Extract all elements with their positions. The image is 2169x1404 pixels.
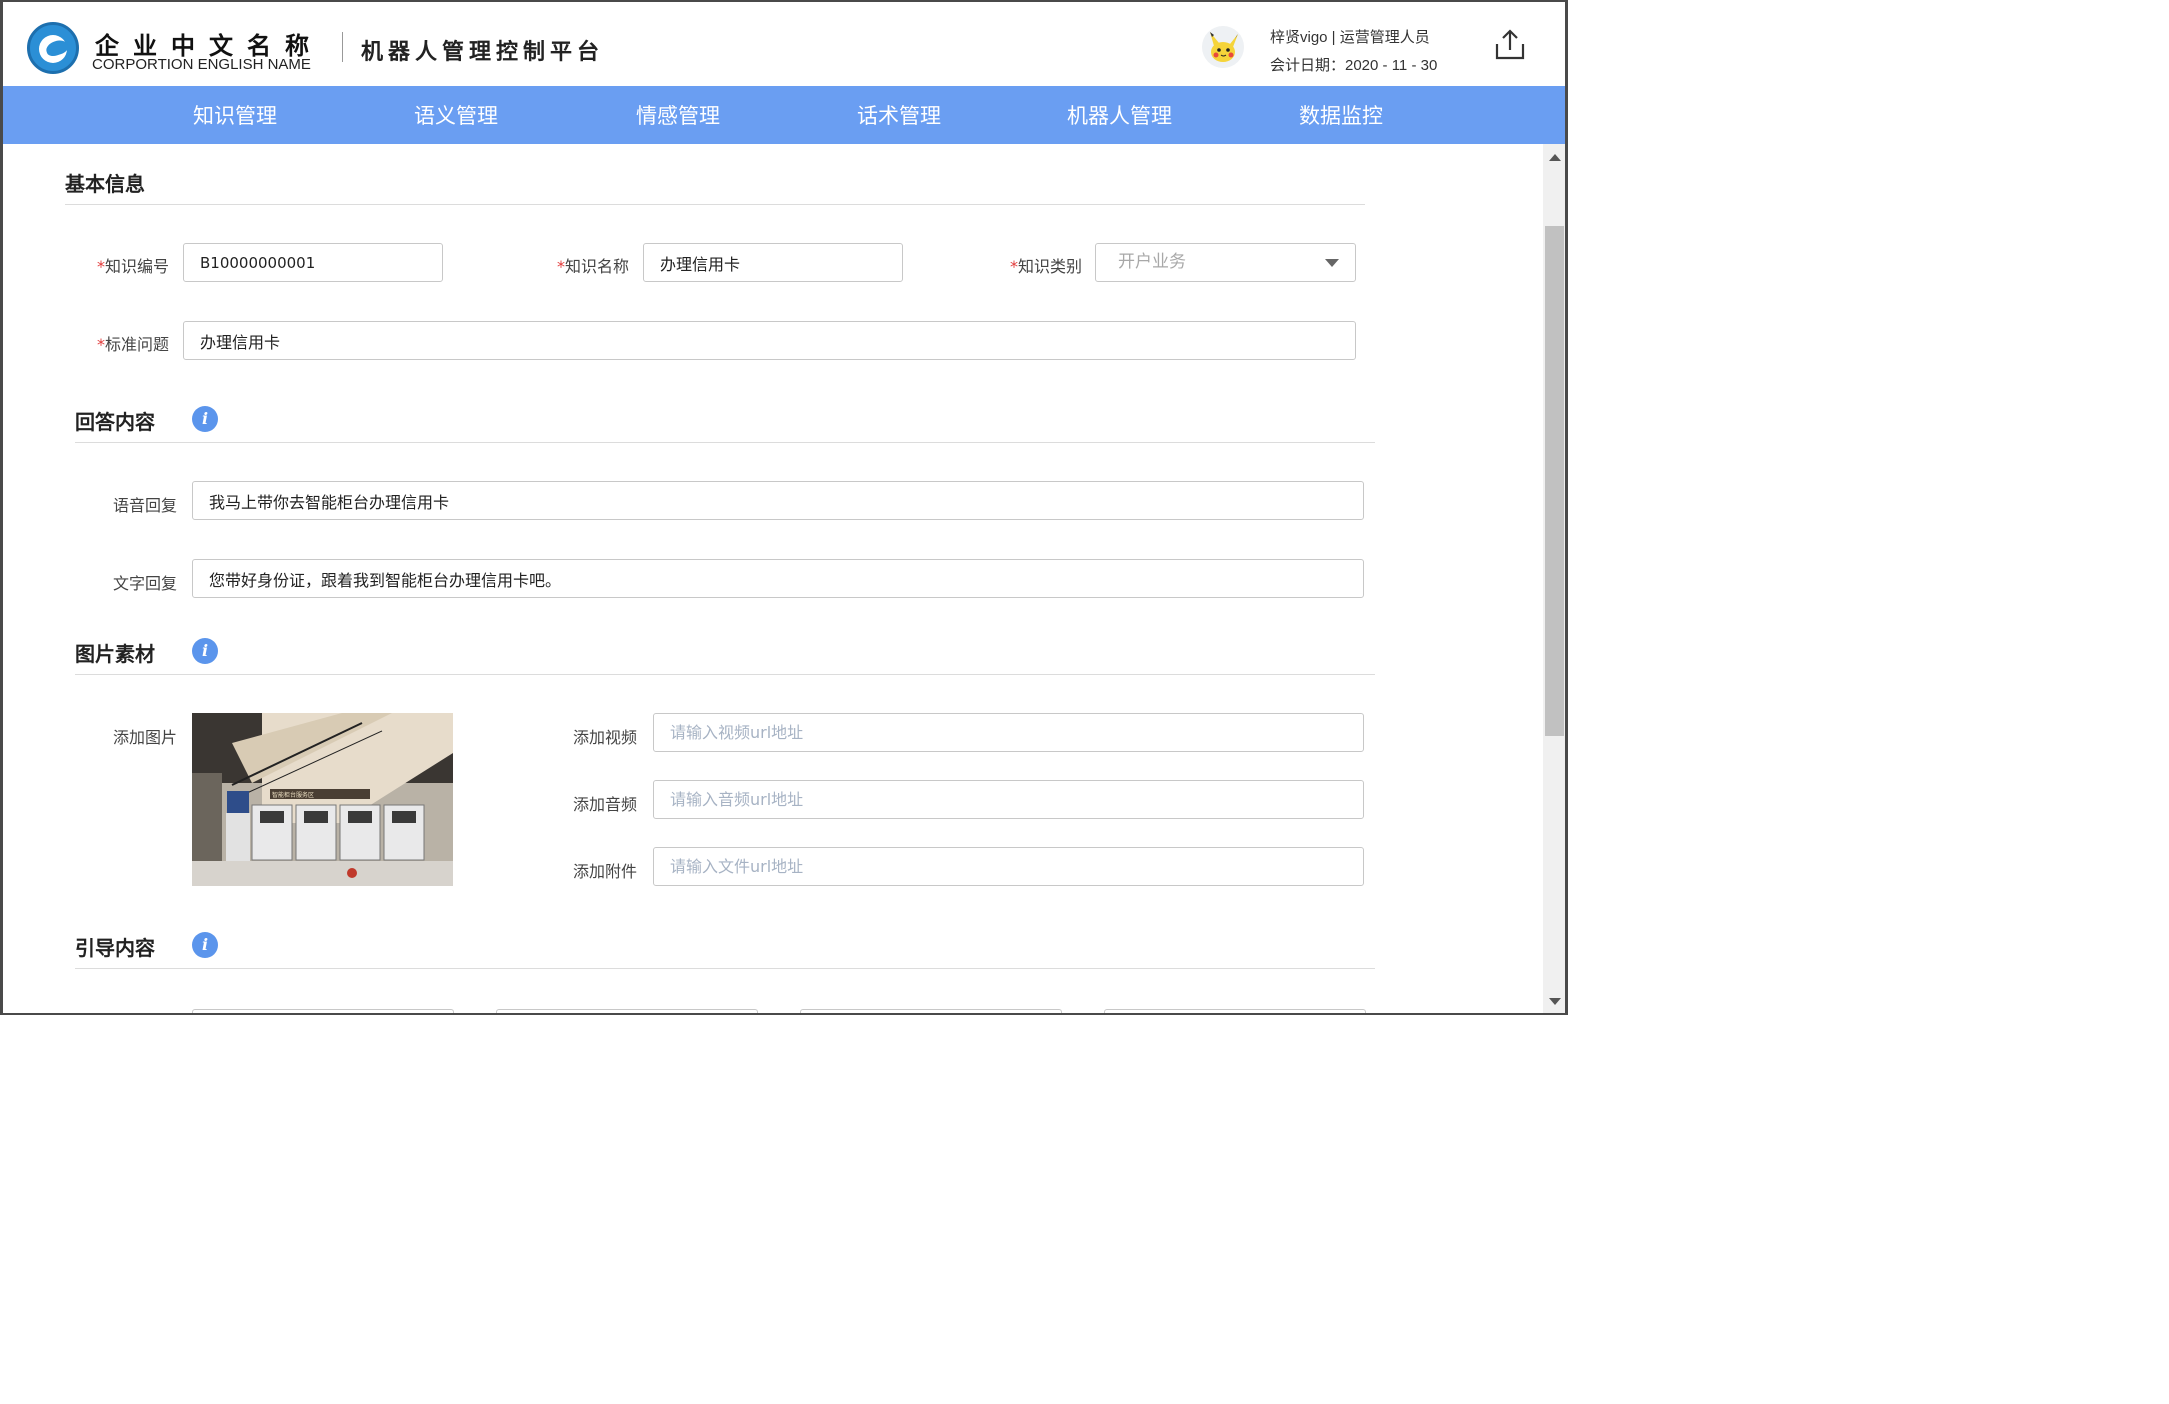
voice-reply-label: 语音回复	[112, 496, 177, 515]
video-url-input[interactable]	[653, 713, 1364, 752]
section-title-media: 图片素材	[75, 642, 155, 666]
scroll-up-arrow-icon[interactable]	[1549, 154, 1561, 161]
pikachu-avatar-icon	[1202, 26, 1244, 68]
standard-question-label: *标准问题	[96, 335, 169, 354]
section-divider	[75, 968, 1375, 969]
bank-lobby-photo: 智能柜台服务区	[192, 713, 453, 886]
add-image-label: 添加图片	[112, 728, 177, 747]
nav-item-robot[interactable]: 机器人管理	[1067, 100, 1172, 130]
nav-item-knowledge[interactable]: 知识管理	[193, 100, 277, 130]
chevron-down-icon	[1325, 259, 1339, 267]
section-title-guide: 引导内容	[75, 936, 155, 960]
uploaded-image-thumbnail[interactable]: 智能柜台服务区	[192, 713, 453, 886]
accounting-date: 会计日期：2020 - 11 - 30	[1270, 57, 1438, 74]
nav-item-emotion[interactable]: 情感管理	[636, 100, 720, 130]
share-upload-icon	[1495, 29, 1525, 60]
vertical-scrollbar[interactable]	[1543, 144, 1565, 1013]
scroll-down-arrow-icon[interactable]	[1549, 998, 1561, 1005]
knowledge-type-value: 开户业务	[1118, 252, 1186, 272]
guide-input[interactable]	[496, 1009, 758, 1013]
knowledge-id-input[interactable]	[183, 243, 443, 282]
info-icon[interactable]: i	[192, 638, 218, 664]
app-window: 企业中文名称 CORPORTION ENGLISH NAME 机器人管理控制平台…	[0, 0, 1568, 1015]
add-audio-label: 添加音频	[572, 795, 637, 814]
scrollbar-thumb[interactable]	[1545, 226, 1564, 736]
audio-url-input[interactable]	[653, 780, 1364, 819]
company-logo-icon	[27, 22, 79, 74]
section-title-answer: 回答内容	[75, 410, 155, 434]
text-reply-input[interactable]	[192, 559, 1364, 598]
section-divider	[65, 204, 1365, 205]
share-upload-button[interactable]	[1493, 28, 1527, 62]
nav-item-semantics[interactable]: 语义管理	[414, 100, 498, 130]
nav-item-scripts[interactable]: 话术管理	[857, 100, 941, 130]
file-url-input[interactable]	[653, 847, 1364, 886]
knowledge-form: 基本信息 *知识编号 *知识名称 *知识类别 开户业务 *标准问题 回答内容 i…	[3, 144, 1543, 1013]
knowledge-name-label: *知识名称	[556, 257, 629, 276]
section-divider	[75, 442, 1375, 443]
section-divider	[75, 674, 1375, 675]
guide-input[interactable]	[192, 1009, 454, 1013]
knowledge-type-select[interactable]: 开户业务	[1095, 243, 1356, 282]
knowledge-name-input[interactable]	[643, 243, 903, 282]
section-title-basic: 基本信息	[65, 172, 145, 196]
user-avatar[interactable]	[1202, 26, 1244, 68]
main-nav: 知识管理 语义管理 情感管理 话术管理 机器人管理 数据监控	[3, 86, 1565, 144]
voice-reply-input[interactable]	[192, 481, 1364, 520]
nav-item-monitoring[interactable]: 数据监控	[1299, 100, 1383, 130]
text-reply-label: 文字回复	[112, 574, 177, 593]
image-sign-text: 智能柜台服务区	[272, 791, 314, 799]
guide-input[interactable]	[800, 1009, 1062, 1013]
app-header: 企业中文名称 CORPORTION ENGLISH NAME 机器人管理控制平台…	[3, 2, 1565, 86]
header-divider	[342, 32, 343, 62]
knowledge-type-label: *知识类别	[1009, 257, 1082, 276]
add-file-label: 添加附件	[572, 862, 637, 881]
info-icon[interactable]: i	[192, 406, 218, 432]
info-icon[interactable]: i	[192, 932, 218, 958]
standard-question-input[interactable]	[183, 321, 1356, 360]
platform-title: 机器人管理控制平台	[361, 40, 605, 65]
company-name-en: CORPORTION ENGLISH NAME	[92, 56, 311, 73]
knowledge-id-label: *知识编号	[96, 257, 169, 276]
add-video-label: 添加视频	[572, 728, 637, 747]
guide-input[interactable]	[1104, 1009, 1366, 1013]
user-info: 梓贤vigo | 运营管理人员	[1270, 29, 1430, 46]
